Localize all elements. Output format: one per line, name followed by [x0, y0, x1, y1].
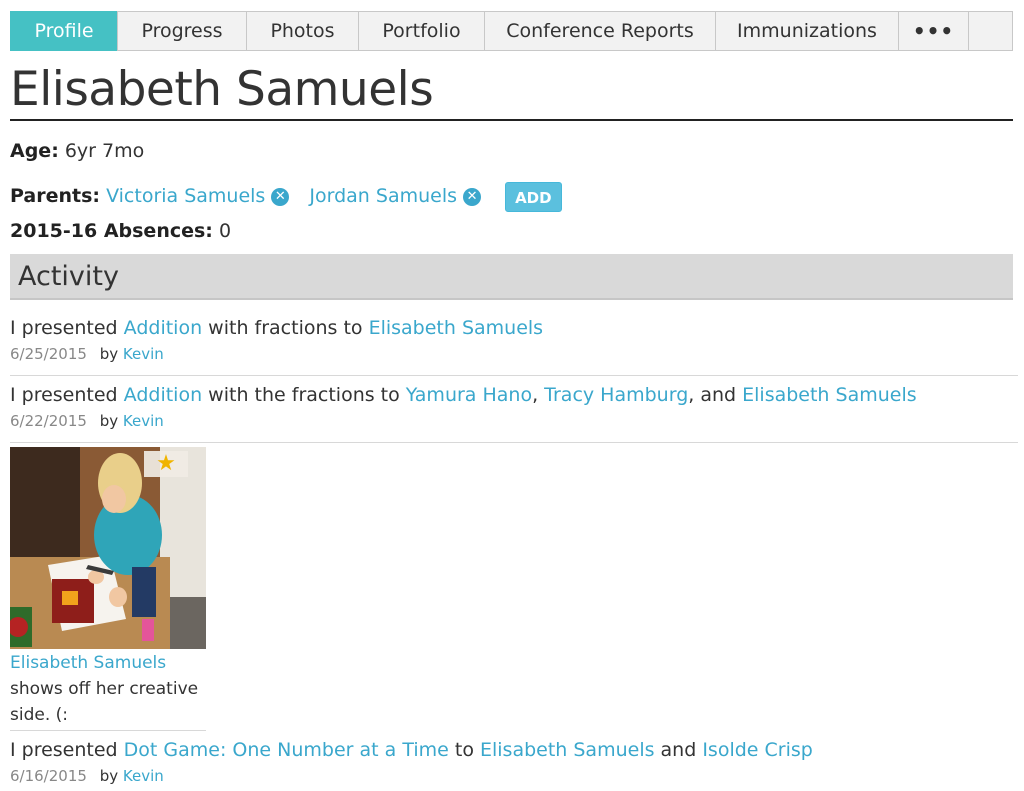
age-label: Age: — [10, 140, 59, 162]
entry-middle: to — [448, 739, 480, 761]
divider — [10, 730, 206, 731]
remove-parent-icon[interactable]: ✕ — [271, 188, 290, 206]
caption-student-link[interactable]: Elisabeth Samuels — [10, 650, 206, 676]
tab-progress[interactable]: Progress — [117, 11, 247, 51]
entry-date: 6/22/2015 — [10, 412, 87, 430]
remove-parent-icon[interactable]: ✕ — [463, 188, 482, 206]
student-link[interactable]: Elisabeth Samuels — [742, 384, 917, 406]
author-link[interactable]: Kevin — [123, 412, 164, 430]
divider — [10, 375, 1018, 376]
favorite-star-icon[interactable]: ★ — [144, 451, 188, 477]
add-parent-button[interactable]: ADD — [505, 181, 562, 212]
entry-by-label: by — [99, 412, 119, 430]
age-value: 6yr 7mo — [64, 140, 145, 162]
parent-link-victoria[interactable]: Victoria Samuels — [106, 185, 265, 207]
parents-row: Parents: Victoria Samuels ✕ Jordan Samuel… — [10, 181, 562, 213]
entry-separator: , and — [688, 384, 743, 406]
entry-date: 6/25/2015 — [10, 345, 87, 363]
absences-label: 2015-16 Absences: — [10, 220, 213, 242]
entry-date: 6/16/2015 — [10, 767, 87, 785]
student-link[interactable]: Elisabeth Samuels — [480, 739, 655, 761]
entry-meta: 6/16/2015 by Kevin — [10, 767, 1018, 785]
lesson-link[interactable]: Addition — [124, 317, 202, 339]
student-link[interactable]: Yamura Hano — [406, 384, 532, 406]
photo-image — [10, 447, 206, 649]
student-link[interactable]: Tracy Hamburg — [544, 384, 688, 406]
entry-separator: and — [654, 739, 703, 761]
entry-middle: with the fractions to — [202, 384, 406, 406]
entry-by-label: by — [99, 345, 119, 363]
parent-link-jordan[interactable]: Jordan Samuels — [309, 185, 457, 207]
absences-row: 2015-16 Absences: 0 — [10, 220, 231, 242]
parents-label: Parents: — [10, 185, 101, 207]
activity-entry: I presented Addition with the fractions … — [10, 384, 1018, 430]
activity-photo[interactable]: ★ — [10, 447, 206, 649]
activity-entry: I presented Dot Game: One Number at a Ti… — [10, 739, 1018, 785]
student-link[interactable]: Elisabeth Samuels — [369, 317, 544, 339]
entry-separator: , — [532, 384, 545, 406]
age-row: Age: 6yr 7mo — [10, 140, 144, 162]
tab-empty — [968, 11, 1013, 51]
absences-value: 0 — [218, 220, 232, 242]
entry-meta: 6/22/2015 by Kevin — [10, 412, 1018, 430]
author-link[interactable]: Kevin — [123, 345, 164, 363]
page-title: Elisabeth Samuels — [10, 58, 1013, 121]
tab-immunizations[interactable]: Immunizations — [715, 11, 899, 51]
tab-conference-reports[interactable]: Conference Reports — [484, 11, 716, 51]
entry-prefix: I presented — [10, 739, 124, 761]
entry-middle: with fractions to — [202, 317, 369, 339]
lesson-link[interactable]: Dot Game: One Number at a Time — [124, 739, 449, 761]
entry-prefix: I presented — [10, 317, 124, 339]
tab-bar: Profile Progress Photos Portfolio Confer… — [10, 11, 1013, 51]
entry-text: I presented Addition with fractions to E… — [10, 317, 1018, 339]
entry-prefix: I presented — [10, 384, 124, 406]
entry-text: I presented Addition with the fractions … — [10, 384, 1018, 406]
caption-text: shows off her creative side. (: — [10, 679, 199, 725]
lesson-link[interactable]: Addition — [124, 384, 202, 406]
activity-entry: I presented Addition with fractions to E… — [10, 317, 1018, 363]
author-link[interactable]: Kevin — [123, 767, 164, 785]
tab-portfolio[interactable]: Portfolio — [358, 11, 485, 51]
entry-by-label: by — [99, 767, 119, 785]
entry-meta: 6/25/2015 by Kevin — [10, 345, 1018, 363]
entry-text: I presented Dot Game: One Number at a Ti… — [10, 739, 1018, 761]
tab-photos[interactable]: Photos — [246, 11, 359, 51]
activity-header: Activity — [10, 254, 1013, 300]
tab-more[interactable]: ••• — [898, 11, 969, 51]
student-link[interactable]: Isolde Crisp — [702, 739, 813, 761]
tab-profile[interactable]: Profile — [10, 11, 118, 51]
divider — [10, 442, 1018, 443]
photo-caption: Elisabeth Samuels shows off her creative… — [10, 650, 206, 728]
